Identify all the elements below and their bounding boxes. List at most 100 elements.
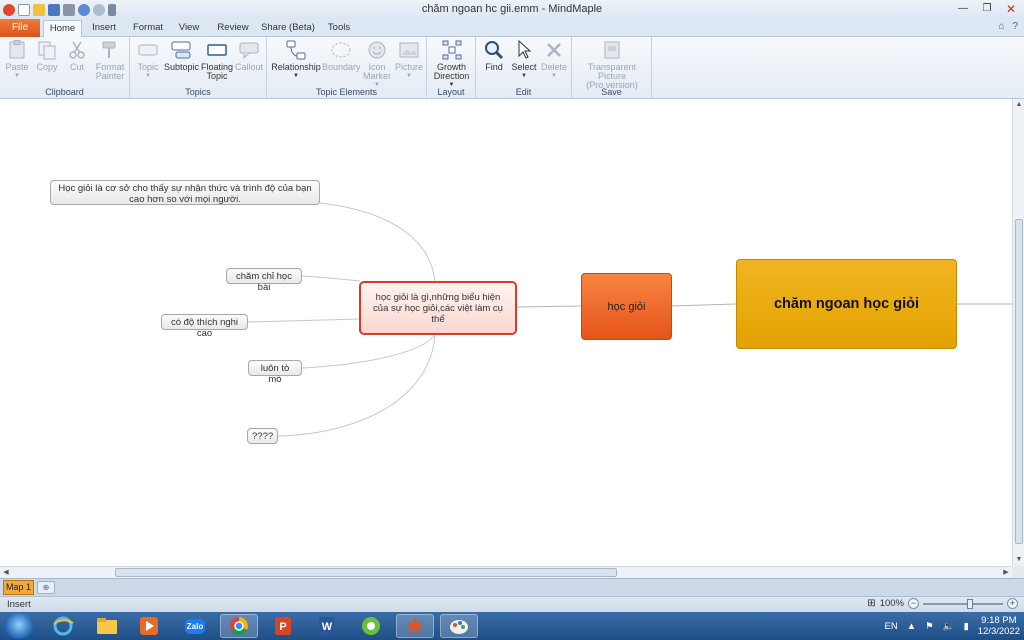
topic-button[interactable]: Topic ▼ (134, 40, 162, 81)
find-button[interactable]: Find (480, 40, 508, 72)
group-label-topic-elements: Topic Elements (315, 87, 378, 97)
coccoc-icon[interactable] (352, 614, 390, 638)
horizontal-scrollbar[interactable]: ◀ ▶ (0, 566, 1012, 578)
copy-icon (37, 40, 57, 60)
vertical-scroll-thumb[interactable] (1015, 219, 1023, 544)
scroll-up-icon[interactable]: ▲ (1013, 99, 1024, 111)
tab-home[interactable]: Home (43, 20, 82, 37)
status-mode: Insert (7, 599, 31, 610)
chevron-down-icon: ▼ (293, 73, 299, 79)
tab-format[interactable]: Format (128, 20, 168, 37)
tab-insert[interactable]: Insert (86, 20, 122, 37)
maximize-button[interactable]: ❐ (976, 1, 998, 16)
tab-tools[interactable]: Tools (322, 20, 356, 37)
scroll-right-icon[interactable]: ▶ (1000, 567, 1012, 578)
minimize-button[interactable]: — (952, 1, 974, 16)
zalo-icon[interactable]: Zalo (176, 614, 214, 638)
central-topic-node[interactable]: chăm ngoan học giỏi (736, 259, 957, 349)
word-icon[interactable]: W (308, 614, 346, 638)
network-icon[interactable]: ▮ (964, 621, 969, 632)
powerpoint-icon[interactable]: P (264, 614, 302, 638)
language-indicator[interactable]: EN (885, 621, 898, 632)
zoom-out-button[interactable]: − (908, 598, 919, 609)
redo-icon[interactable] (93, 3, 105, 16)
action-center-icon[interactable]: ⚑ (925, 621, 934, 632)
icon-marker-button[interactable]: Icon Marker ▼ (362, 40, 392, 90)
group-topic-elements: Relationship ▼ Boundary Icon Marker ▼ Pi… (267, 37, 427, 99)
tab-review[interactable]: Review (212, 20, 254, 37)
format-painter-button[interactable]: Format Painter (93, 40, 127, 81)
floating-topic-button[interactable]: Floating Topic (200, 40, 234, 81)
fit-page-icon[interactable]: ⊞ (867, 598, 875, 609)
app-logo-icon[interactable] (3, 3, 15, 16)
horizontal-scroll-thumb[interactable] (115, 568, 617, 577)
zoom-slider-knob[interactable] (967, 598, 973, 609)
mindmaple-icon[interactable] (396, 614, 434, 638)
vertical-scrollbar[interactable]: ▲ ▼ (1012, 99, 1024, 566)
zoom-in-button[interactable]: + (1007, 598, 1018, 609)
relationship-button[interactable]: Relationship ▼ (270, 40, 322, 81)
picture-button[interactable]: Picture ▼ (394, 40, 424, 81)
boundary-button[interactable]: Boundary (322, 40, 361, 72)
map-tabs-bar: Map 1 ⊕ (0, 578, 1024, 596)
delete-button[interactable]: Delete ▼ (540, 40, 568, 81)
chrome-icon[interactable] (220, 614, 258, 638)
ribbon-tabs: File Home Insert Format View Review Shar… (0, 19, 1024, 37)
group-label-clipboard: Clipboard (45, 87, 84, 97)
tab-share[interactable]: Share (Beta) (260, 20, 316, 37)
file-explorer-icon[interactable] (88, 614, 126, 638)
chevron-down-icon: ▼ (145, 73, 151, 79)
ie-icon[interactable] (44, 614, 82, 638)
select-button[interactable]: Select ▼ (510, 39, 538, 81)
mindmap-canvas[interactable]: Học giỏi là cơ sở cho thấy sự nhận thức … (0, 99, 1012, 566)
add-map-icon[interactable]: ⊕ (37, 581, 55, 594)
growth-direction-button[interactable]: Growth Direction ▼ (429, 40, 474, 90)
new-file-icon[interactable] (18, 3, 30, 16)
selected-topic-node[interactable]: học giỏi là gì,những biểu hiện của sự họ… (359, 281, 517, 335)
qat-dropdown-icon[interactable] (108, 3, 116, 16)
scroll-down-icon[interactable]: ▼ (1013, 554, 1024, 566)
scroll-left-icon[interactable]: ◀ (0, 567, 12, 578)
paste-button[interactable]: Paste ▼ (4, 40, 30, 81)
status-bar: Insert ⊞ 100% − + (0, 596, 1024, 612)
tray-expand-icon[interactable]: ▲ (907, 621, 916, 632)
transparent-picture-button[interactable]: Transparent Picture (Pro version) (574, 40, 650, 90)
tab-view[interactable]: View (173, 20, 205, 37)
boundary-icon (331, 40, 351, 60)
group-label-save: Save (601, 87, 622, 97)
close-button[interactable]: ✕ (1000, 1, 1022, 16)
undo-icon[interactable] (78, 3, 90, 16)
group-edit: Find Select ▼ Delete ▼ Edit (476, 37, 572, 99)
subtopic-button[interactable]: Subtopic (164, 40, 199, 72)
map-tab[interactable]: Map 1 (3, 580, 34, 595)
media-player-icon[interactable] (130, 614, 168, 638)
callout-button[interactable]: Callout (234, 40, 264, 72)
branch-topic-node[interactable]: học giỏi (581, 273, 672, 340)
subtopic-node[interactable]: có độ thích nghi cao (161, 314, 248, 339)
cut-button[interactable]: Cut (64, 40, 90, 72)
picture-icon (399, 40, 419, 60)
subtopic-node[interactable]: luôn tò mò (248, 360, 302, 385)
subtopic-node[interactable]: Học giỏi là cơ sở cho thấy sự nhận thức … (50, 180, 320, 205)
group-topics: Topic ▼ Subtopic Floating Topic Callout … (130, 37, 267, 99)
subtopic-node[interactable]: chăm chỉ học bài (226, 268, 302, 293)
print-icon[interactable] (63, 3, 75, 16)
clock[interactable]: 9:18 PM 12/3/2022 (978, 615, 1020, 637)
growth-direction-icon (442, 40, 462, 60)
tab-file[interactable]: File (0, 19, 40, 37)
system-tray: EN ▲ ⚑ 🔈 ▮ 9:18 PM 12/3/2022 (885, 612, 1020, 640)
floating-topic-icon (207, 40, 227, 60)
zoom-slider[interactable] (923, 598, 1003, 609)
start-button[interactable] (4, 613, 34, 639)
help-icon[interactable]: ⌂ (998, 21, 1004, 32)
window-controls: — ❐ ✕ (952, 1, 1022, 16)
help-question-icon[interactable]: ? (1012, 21, 1018, 32)
subtopic-node[interactable]: ???? (247, 428, 278, 444)
volume-icon[interactable]: 🔈 (943, 621, 955, 632)
paint-icon[interactable] (440, 614, 478, 638)
callout-icon (239, 40, 259, 60)
save-icon[interactable] (48, 3, 60, 16)
open-folder-icon[interactable] (33, 3, 45, 16)
copy-button[interactable]: Copy (34, 40, 60, 72)
paste-icon (7, 40, 27, 60)
